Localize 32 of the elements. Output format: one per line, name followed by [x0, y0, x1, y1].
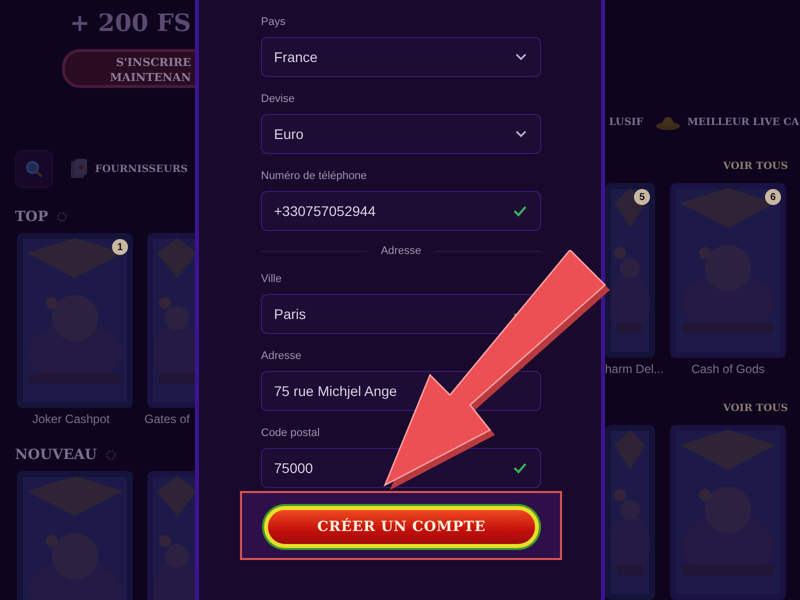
section-label: Adresse	[380, 245, 422, 257]
category-tab[interactable]: MEILLEUR LIVE CA	[651, 114, 800, 131]
search-icon	[25, 160, 43, 178]
field-label: Adresse	[261, 350, 302, 364]
input-field[interactable]: +330757052944	[261, 191, 541, 231]
select-field[interactable]: Euro	[261, 114, 541, 154]
create-account-button[interactable]: CRÉER UN COMPTE	[264, 506, 539, 548]
section-title: TOP	[15, 209, 48, 225]
field-label: Numéro de téléphone	[261, 170, 368, 184]
hat-icon	[655, 114, 682, 131]
chevron-down-icon	[515, 53, 527, 61]
category-tab[interactable]: LUSIF	[605, 117, 648, 128]
select-field[interactable]: France	[261, 37, 541, 77]
category-tab[interactable]: FOURNISSEURS	[65, 158, 192, 180]
gear-icon	[104, 449, 117, 461]
search-button[interactable]	[15, 150, 53, 188]
field-label: Devise	[261, 93, 296, 107]
game-title[interactable]: Gates of	[144, 412, 190, 426]
game-title[interactable]: Cash of Gods	[691, 362, 765, 376]
section-title: NOUVEAU	[15, 447, 97, 463]
chevron-down-icon	[515, 130, 527, 138]
see-all-link[interactable]: VOIR TOUS	[723, 403, 788, 414]
field-label: Ville	[261, 273, 283, 287]
game-title[interactable]: harm Del...	[605, 362, 664, 376]
see-all-link[interactable]: VOIR TOUS	[723, 161, 788, 172]
game-title[interactable]: Joker Cashpot	[32, 412, 110, 426]
cards-icon	[69, 158, 89, 180]
gear-icon	[56, 211, 68, 223]
field-label: Pays	[261, 16, 286, 30]
field-label: Code postal	[261, 427, 321, 441]
signup-button[interactable]: S'INSCRIRE MAINTENAN	[62, 49, 195, 88]
bonus-headline: + 200 FS	[68, 8, 191, 37]
